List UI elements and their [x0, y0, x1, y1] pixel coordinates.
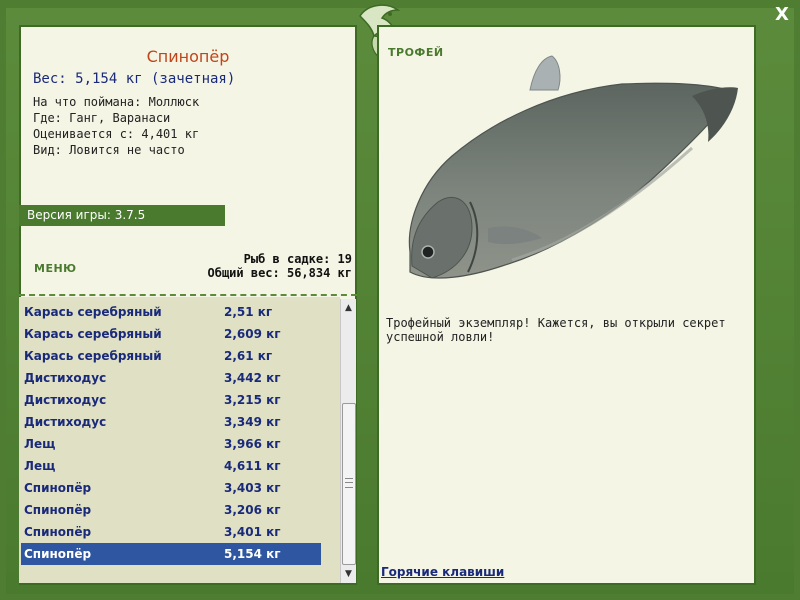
catch-fish-name: Лещ [24, 437, 56, 451]
fish-count: Рыб в садке: 19 [243, 252, 352, 266]
catch-fish-name: Спинопёр [24, 481, 92, 495]
catch-fish-name: Дистиходус [24, 371, 107, 385]
catch-fish-weight: 2,51 кг [224, 305, 273, 319]
catch-list[interactable]: Карась серебряный 2,51 кг Карась серебряны… [19, 297, 340, 583]
hotkeys-link[interactable]: Горячие клавиши [381, 565, 504, 579]
menu-button[interactable]: МЕНЮ [34, 262, 77, 275]
catch-fish-name: Спинопёр [24, 503, 92, 517]
fish-weight: Вес: 5,154 кг (зачетная) [33, 71, 236, 87]
catch-fish-name: Дистиходус [24, 415, 107, 429]
catch-fish-weight: 5,154 кг [224, 547, 281, 561]
list-item[interactable]: Карась серебряный 2,61 кг [21, 345, 321, 367]
arrow-down-icon[interactable]: ▼ [341, 567, 356, 581]
list-item[interactable]: Спинопёр 5,154 кг [21, 543, 321, 565]
list-item[interactable]: Спинопёр 3,401 кг [21, 521, 321, 543]
catch-fish-weight: 2,609 кг [224, 327, 281, 341]
catch-fish-weight: 2,61 кг [224, 349, 273, 363]
bait-info: На что поймана: Моллюск [33, 95, 200, 109]
catch-fish-name: Лещ [24, 459, 56, 473]
catch-fish-name: Карась серебряный [24, 305, 162, 319]
catch-fish-weight: 3,442 кг [224, 371, 281, 385]
grip-icon [345, 478, 353, 488]
close-icon[interactable]: X [772, 5, 792, 25]
keepnet-stats: Рыб в садке: 19 Общий вес: 56,834 кг [208, 252, 353, 280]
catch-fish-weight: 3,215 кг [224, 393, 281, 407]
list-item[interactable]: Дистиходус 3,215 кг [21, 389, 321, 411]
list-item[interactable]: Спинопёр 3,403 кг [21, 477, 321, 499]
catch-fish-weight: 3,401 кг [224, 525, 281, 539]
catch-fish-name: Дистиходус [24, 393, 107, 407]
list-item[interactable]: Лещ 3,966 кг [21, 433, 321, 455]
arrow-up-icon[interactable]: ▲ [341, 301, 356, 315]
list-item[interactable]: Спинопёр 3,206 кг [21, 499, 321, 521]
catch-fish-weight: 4,611 кг [224, 459, 281, 473]
catch-fish-weight: 3,403 кг [224, 481, 281, 495]
list-scrollbar[interactable]: ▲ ▼ [340, 299, 356, 583]
catch-fish-name: Спинопёр [24, 547, 92, 561]
catch-fish-name: Карась серебряный [24, 349, 162, 363]
trophy-message: Трофейный экземпляр! Кажется, вы открыли… [386, 316, 726, 344]
list-item[interactable]: Лещ 4,611 кг [21, 455, 321, 477]
catch-fish-weight: 3,966 кг [224, 437, 281, 451]
total-weight: Общий вес: 56,834 кг [207, 266, 353, 280]
list-item[interactable]: Карась серебряный 2,609 кг [21, 323, 321, 345]
game-version: Версия игры: 3.7.5 [19, 205, 225, 226]
rarity-info: Вид: Ловится не часто [33, 143, 185, 157]
list-item[interactable]: Карась серебряный 2,51 кг [21, 301, 321, 323]
list-item[interactable]: Дистиходус 3,442 кг [21, 367, 321, 389]
divider [19, 294, 357, 296]
rating-info: Оценивается с: 4,401 кг [33, 127, 200, 141]
catch-fish-name: Спинопёр [24, 525, 92, 539]
catch-fish-weight: 3,206 кг [224, 503, 281, 517]
location-info: Где: Ганг, Варанаси [33, 111, 171, 125]
scroll-thumb[interactable] [342, 403, 356, 565]
fish-image [408, 55, 738, 279]
catch-fish-weight: 3,349 кг [224, 415, 281, 429]
catch-fish-name: Карась серебряный [24, 327, 162, 341]
fish-name: Спинопёр [146, 47, 230, 66]
list-item[interactable]: Дистиходус 3,349 кг [21, 411, 321, 433]
